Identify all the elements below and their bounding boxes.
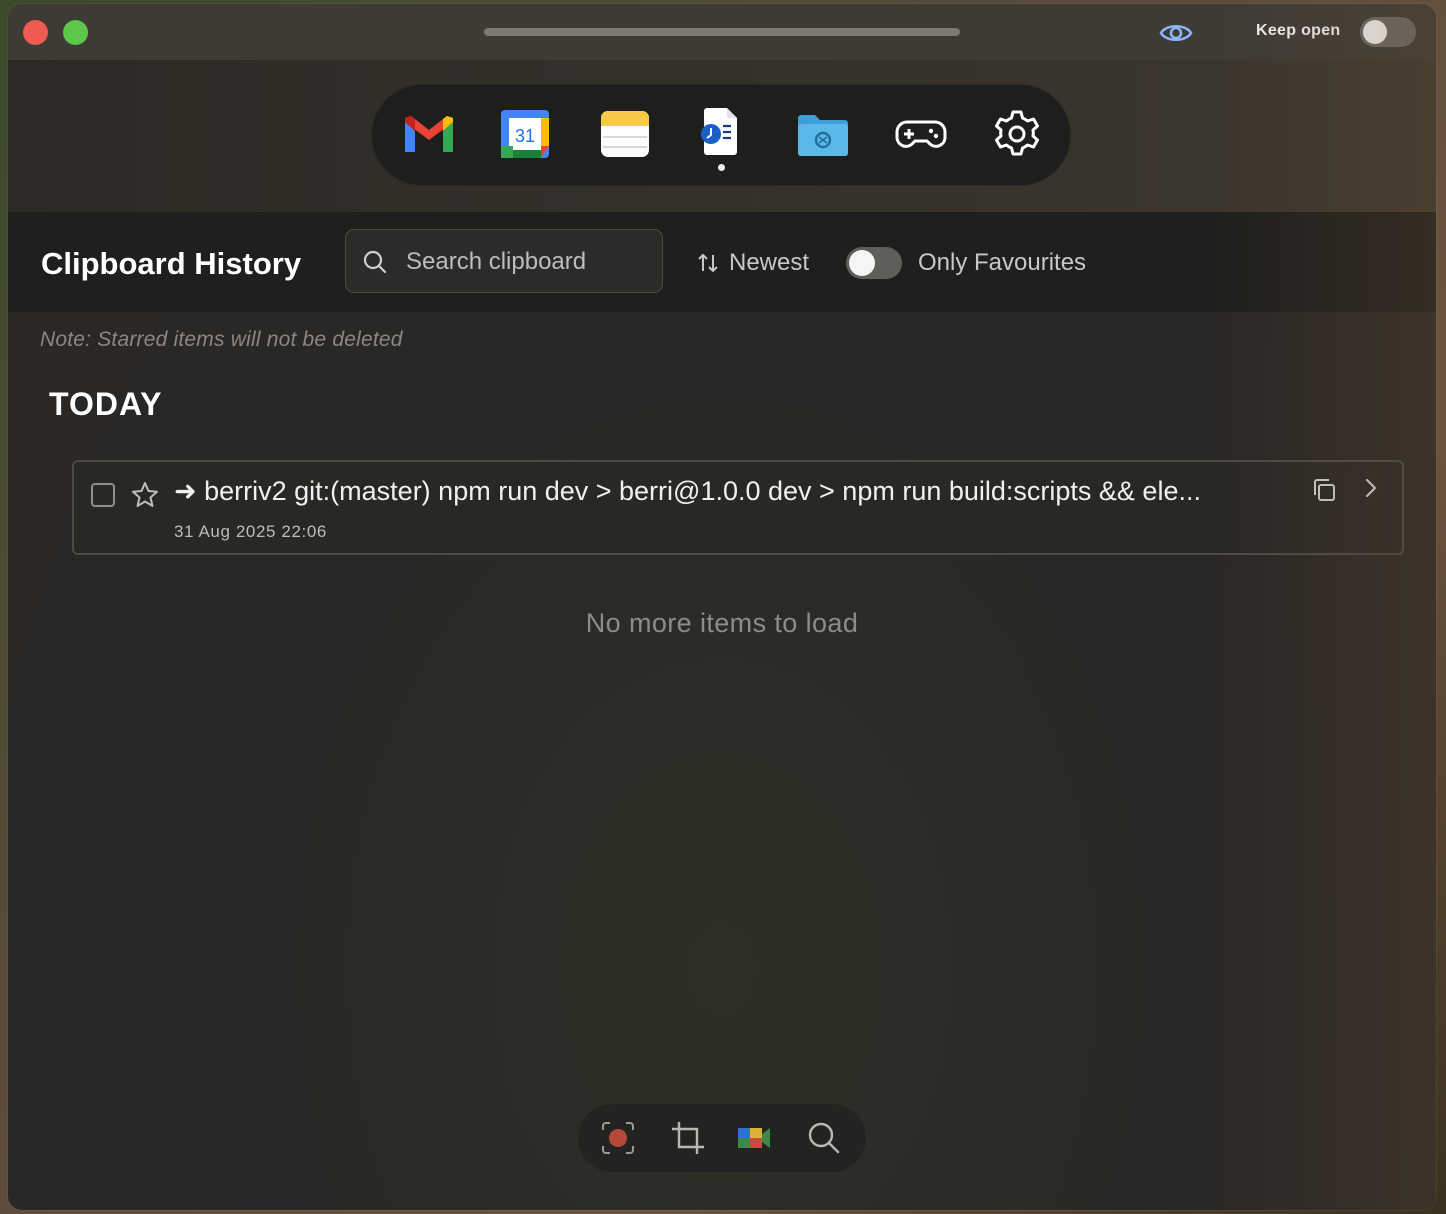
- files-icon[interactable]: [795, 104, 851, 164]
- drag-handle[interactable]: [484, 28, 960, 36]
- maximize-button[interactable]: [63, 20, 88, 45]
- star-icon[interactable]: [130, 480, 160, 510]
- eye-icon[interactable]: [1158, 18, 1194, 48]
- page-title: Clipboard History: [41, 246, 302, 281]
- clipboard-item-text: ➜ berriv2 git:(master) npm run dev > ber…: [174, 476, 1201, 506]
- clipboard-history-icon[interactable]: [693, 104, 749, 164]
- search-input[interactable]: [404, 230, 658, 294]
- keep-open-toggle[interactable]: [1360, 17, 1416, 47]
- copy-icon[interactable]: [1310, 476, 1338, 504]
- note-text: Note: Starred items will not be deleted: [40, 328, 403, 351]
- gamepad-icon[interactable]: [893, 104, 949, 164]
- notes-icon[interactable]: [597, 104, 653, 164]
- clipboard-item[interactable]: ➜ berriv2 git:(master) npm run dev > ber…: [72, 460, 1404, 555]
- close-button[interactable]: [23, 20, 48, 45]
- sort-button[interactable]: Newest: [696, 246, 809, 280]
- header-bar: Clipboard History Newest Only Favourites: [8, 212, 1436, 312]
- toggle-knob: [849, 250, 875, 276]
- svg-text:31: 31: [515, 126, 535, 146]
- toggle-knob: [1363, 20, 1387, 44]
- item-checkbox[interactable]: [91, 483, 115, 507]
- clipboard-item-time: 31 Aug 2025 22:06: [174, 522, 327, 541]
- calendar-icon[interactable]: 31: [497, 104, 553, 164]
- search-icon: [363, 250, 387, 274]
- bottom-toolbar: [578, 1104, 866, 1172]
- active-app-indicator: [718, 164, 725, 171]
- section-title-today: TODAY: [49, 386, 163, 422]
- screen-record-icon[interactable]: [600, 1120, 636, 1156]
- sort-label: Newest: [729, 249, 810, 276]
- titlebar: Keep open: [8, 4, 1436, 60]
- dock-area: 31: [8, 60, 1436, 212]
- favourites-toggle[interactable]: [846, 247, 902, 279]
- sort-arrows-icon: [698, 253, 718, 273]
- app-window: Keep open 31 Clipboard History Search cl…: [8, 4, 1436, 1210]
- keep-open-label: Keep open: [1256, 22, 1341, 39]
- favourites-label: Only Favourites: [918, 249, 1087, 276]
- gear-icon[interactable]: [989, 104, 1045, 164]
- chevron-right-icon[interactable]: [1360, 474, 1382, 502]
- gmail-icon[interactable]: [401, 104, 457, 164]
- search-box[interactable]: [345, 229, 663, 294]
- empty-message: No more items to load: [585, 608, 859, 638]
- crop-icon[interactable]: [670, 1120, 706, 1156]
- search-icon[interactable]: [806, 1120, 842, 1156]
- video-call-icon[interactable]: [736, 1120, 772, 1156]
